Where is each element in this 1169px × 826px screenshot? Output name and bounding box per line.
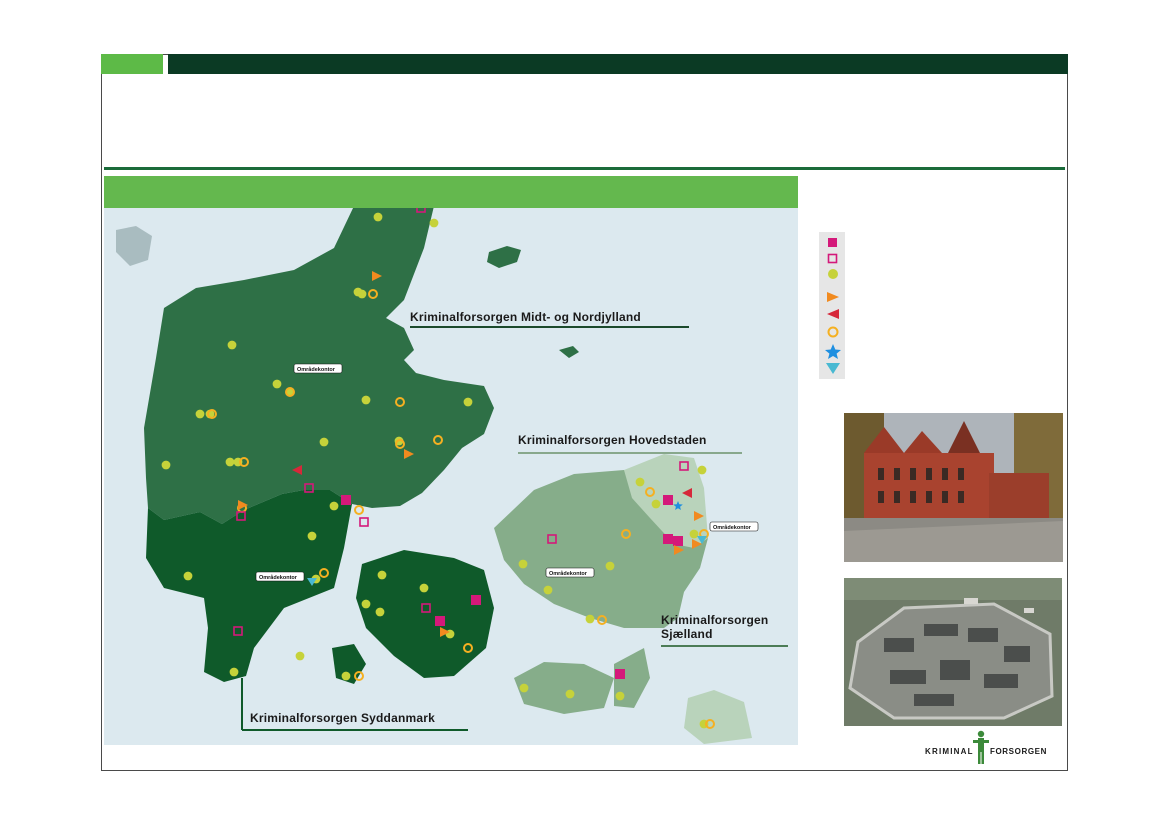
title-rule [104,167,1065,170]
institution-circle-icon [225,457,235,467]
top-bar [168,54,1068,74]
outline-square-icon [827,253,838,264]
filled-square-icon [615,669,625,679]
filled-circle-icon [828,269,838,279]
institution-circle-icon [361,395,371,405]
legend [819,232,845,379]
institution-circle-icon [565,689,575,699]
institution-circle-icon [295,651,305,661]
photo-prison-aerial [844,578,1062,726]
institution-circle-icon [635,477,645,487]
logo-text-right: FORSORGEN [990,747,1047,756]
top-bar-accent [101,54,163,74]
institution-circle-icon [361,599,371,609]
institution-circle-icon [377,570,387,580]
outline-square-icon [359,517,369,527]
svg-text:Områdekontor: Områdekontor [713,524,752,531]
ring-icon [827,326,839,338]
region-label-sjaelland-1: Kriminalforsorgen [661,613,768,627]
filled-square-icon [471,595,481,605]
institution-circle-icon [229,667,239,677]
denmark-map: Kriminalforsorgen Midt- og Nordjylland K… [104,208,798,745]
logo-figure-icon [973,730,989,764]
institution-circle-icon [585,614,595,624]
institution-circle-icon [183,571,193,581]
office-callout: Områdekontor [255,571,305,582]
svg-text:Områdekontor: Områdekontor [549,570,588,577]
map-svg: Kriminalforsorgen Midt- og Nordjylland K… [116,208,788,744]
institution-circle-icon [329,501,339,511]
building-image [844,413,1063,562]
institution-circle-icon [518,559,528,569]
island-faroe-inset [116,226,152,266]
institution-circle-icon [543,585,553,595]
institution-circle-icon [319,437,329,447]
office-callout: Områdekontor [545,567,595,578]
institution-circle-icon [307,531,317,541]
filled-square-icon [435,616,445,626]
filled-square-icon [341,495,351,505]
logo-text-left: KRIMINAL [925,747,974,756]
institution-circle-icon [272,379,282,389]
ring-icon [354,505,364,515]
region-syddanmark-jutland [146,490,352,682]
map-header-bar [104,176,798,208]
office-callout: Områdekontor [709,521,759,532]
filled-square-icon [828,238,837,247]
filled-square-icon [673,536,683,546]
institution-circle-icon [161,460,171,470]
institution-circle-icon [651,499,661,509]
region-label-syddanmark: Kriminalforsorgen Syddanmark [250,711,435,725]
legend-svg [825,238,841,374]
institution-circle-icon [429,218,439,228]
filled-square-icon [663,534,673,544]
institution-circle-icon [697,465,707,475]
filled-square-icon [663,495,673,505]
region-label-hovedstaden: Kriminalforsorgen Hovedstaden [518,433,707,447]
institution-circle-icon [605,561,615,571]
institution-circle-icon [341,671,351,681]
svg-text:Områdekontor: Områdekontor [297,366,336,373]
institution-circle-icon [463,397,473,407]
aerial-image [844,578,1062,726]
region-label-sjaelland-2: Sjælland [661,627,713,641]
triangle-right-icon [827,292,839,302]
star-icon [825,344,841,359]
triangle-left-icon [827,309,839,319]
institution-circle-icon [353,287,363,297]
island-anholt [487,246,521,268]
institution-circle-icon [419,583,429,593]
island-bornholm [684,690,752,744]
institution-circle-icon [375,607,385,617]
office-callout: Områdekontor [293,363,343,374]
photo-prison-building [844,413,1063,562]
triangle-down-icon [826,363,840,374]
institution-circle-icon [615,691,625,701]
institution-circle-icon [519,683,529,693]
svg-text:Områdekontor: Områdekontor [259,574,298,581]
kriminalforsorgen-logo: KRIMINAL FORSORGEN [925,730,1053,764]
island-lolland [514,662,614,714]
institution-circle-icon [227,340,237,350]
institution-circle-icon [373,212,383,222]
island-small [559,346,579,358]
region-label-midt-nordjylland: Kriminalforsorgen Midt- og Nordjylland [410,310,641,324]
institution-circle-icon [195,409,205,419]
institution-circle-icon [689,529,699,539]
